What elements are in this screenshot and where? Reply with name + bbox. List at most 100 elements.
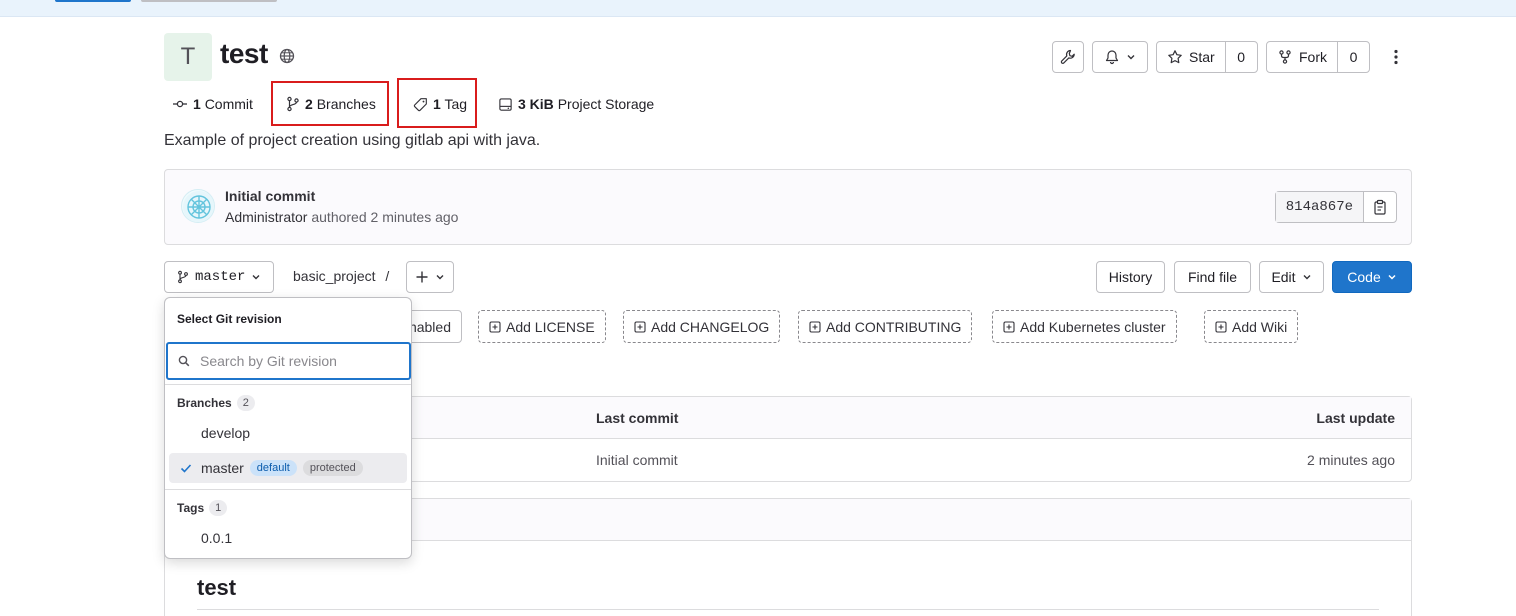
tags-highlight-box [397, 78, 477, 128]
commit-sha-group: 814a867e [1274, 191, 1397, 223]
commit-author-avatar[interactable] [181, 189, 215, 223]
add-wiki-button[interactable]: Add Wiki [1204, 310, 1299, 343]
tag-option-label: 0.0.1 [201, 530, 233, 546]
notification-dropdown[interactable] [1092, 41, 1148, 73]
commit-author[interactable]: Administrator [225, 209, 307, 225]
globe-icon [279, 48, 295, 64]
tags-section-header: Tags 1 [177, 500, 228, 516]
add-changelog-button[interactable]: Add CHANGELOG [623, 310, 781, 343]
nav-tab-edge[interactable] [141, 0, 277, 2]
more-actions-button[interactable] [1386, 45, 1406, 69]
fork-label: Fork [1299, 49, 1327, 65]
commits-link[interactable]: 1 Commit [172, 94, 253, 114]
storage-size: 3 KiB [518, 96, 554, 112]
nav-tab-active-edge[interactable] [55, 0, 131, 2]
readme-divider [197, 609, 1379, 610]
add-wiki-label: Add Wiki [1232, 318, 1288, 335]
history-label: History [1108, 269, 1153, 285]
commit-title[interactable]: Initial commit [225, 188, 315, 204]
branches-section-label: Branches [177, 396, 232, 410]
dropdown-divider [165, 384, 411, 385]
breadcrumb-project[interactable]: basic_project [293, 268, 376, 284]
fork-button[interactable]: Fork [1267, 42, 1337, 72]
branches-highlight-box [271, 81, 389, 126]
add-changelog-label: Add CHANGELOG [651, 318, 770, 335]
clipboard-icon [1374, 199, 1386, 215]
plus-square-icon [1215, 320, 1227, 333]
add-kubernetes-cluster-button[interactable]: Add Kubernetes cluster [992, 310, 1177, 343]
column-last-commit: Last commit [596, 410, 679, 426]
commits-count: 1 [193, 96, 201, 112]
project-title: test [220, 38, 268, 69]
star-count[interactable]: 0 [1224, 42, 1257, 72]
branch-selector-button[interactable]: master [164, 261, 274, 293]
add-contributing-label: Add CONTRIBUTING [826, 318, 962, 335]
history-button[interactable]: History [1096, 261, 1165, 293]
add-license-button[interactable]: Add LICENSE [478, 310, 606, 343]
branch-option-label: develop [201, 425, 251, 441]
storage-link[interactable]: 3 KiB Project Storage [498, 94, 654, 114]
top-nav-strip [0, 0, 1516, 17]
auto-devops-label: nabled [408, 318, 451, 335]
star-button[interactable]: Star [1157, 42, 1225, 72]
fork-icon [1279, 50, 1291, 64]
tag-option-0-0-1[interactable]: 0.0.1 [169, 523, 407, 553]
plus-icon [416, 271, 428, 283]
branch-option-develop[interactable]: develop [169, 418, 407, 448]
row-last-commit[interactable]: Initial commit [596, 452, 678, 468]
commits-label: Commit [204, 96, 253, 112]
column-last-update: Last update [1316, 410, 1395, 426]
revision-search-field[interactable] [166, 342, 411, 380]
find-file-label: Find file [1187, 269, 1238, 285]
branch-selector-label: master [195, 269, 246, 285]
add-license-label: Add LICENSE [506, 318, 595, 335]
readme-heading: test [197, 575, 237, 600]
commit-icon [173, 100, 187, 108]
default-badge: default [249, 460, 297, 476]
tags-section-label: Tags [177, 501, 205, 515]
plus-square-icon [809, 320, 821, 333]
star-label: Star [1189, 49, 1215, 65]
branches-section-header: Branches 2 [177, 395, 255, 411]
identicon-icon [183, 191, 214, 222]
kebab-icon [1394, 49, 1398, 65]
project-description: Example of project creation using gitlab… [164, 132, 541, 149]
fork-button-group[interactable]: Fork 0 [1266, 41, 1370, 73]
code-dropdown[interactable]: Code [1332, 261, 1412, 293]
copy-sha-button[interactable] [1364, 192, 1396, 222]
edit-label: Edit [1271, 269, 1296, 285]
plus-square-icon [1003, 320, 1015, 333]
chevron-down-icon [1303, 275, 1311, 280]
code-label: Code [1347, 269, 1381, 285]
star-button-group[interactable]: Star 0 [1156, 41, 1258, 73]
tags-section-count: 1 [209, 500, 228, 516]
row-last-update: 2 minutes ago [1307, 452, 1395, 468]
chevron-down-icon [436, 275, 444, 280]
search-icon [178, 355, 190, 367]
dropdown-divider [165, 489, 411, 490]
storage-label: Project Storage [557, 96, 655, 112]
chevron-down-icon [252, 275, 260, 280]
protected-badge: protected [302, 460, 363, 476]
settings-button[interactable] [1052, 41, 1084, 73]
dropdown-title: Select Git revision [177, 312, 282, 326]
commit-authored-time: authored 2 minutes ago [311, 209, 459, 225]
last-commit-panel: Initial commit Administrator authored 2 … [164, 169, 1412, 245]
project-avatar: T [164, 33, 212, 81]
breadcrumb: basic_project / [293, 268, 389, 284]
find-file-button[interactable]: Find file [1174, 261, 1251, 293]
fork-count[interactable]: 0 [1337, 42, 1369, 72]
plus-square-icon [489, 320, 501, 333]
edit-dropdown[interactable]: Edit [1259, 261, 1324, 293]
branches-section-count: 2 [236, 395, 255, 411]
disk-icon [499, 97, 512, 111]
add-kubernetes-cluster-label: Add Kubernetes cluster [1020, 318, 1166, 335]
branch-option-master[interactable]: master default protected [169, 453, 407, 483]
commit-sha[interactable]: 814a867e [1275, 192, 1364, 222]
branch-option-label: master [201, 460, 244, 476]
chevron-down-icon [1127, 55, 1135, 60]
commit-meta: Administrator authored 2 minutes ago [225, 209, 458, 225]
add-to-tree-dropdown[interactable] [406, 261, 454, 293]
revision-search-input[interactable] [200, 353, 390, 369]
add-contributing-button[interactable]: Add CONTRIBUTING [798, 310, 973, 343]
